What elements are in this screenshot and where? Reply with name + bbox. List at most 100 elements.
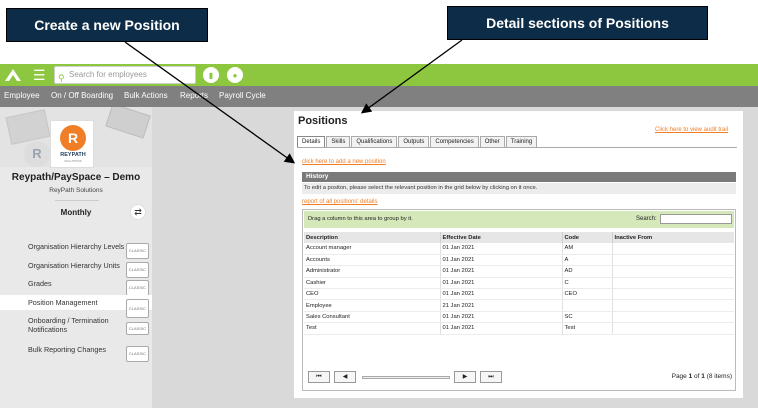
table-cell <box>612 265 734 278</box>
detail-tabs: Details Skills Qualifications Outputs Co… <box>297 136 538 147</box>
search-placeholder: Search for employees <box>69 70 147 79</box>
tab-details[interactable]: Details <box>297 136 326 147</box>
positions-table: Description Effective Date Code Inactive… <box>304 232 734 335</box>
next-page-button[interactable]: ▶ <box>454 371 476 383</box>
table-cell: Administrator <box>304 265 441 278</box>
table-cell: A <box>562 254 613 267</box>
classic-badge: CLASSIC <box>125 322 149 335</box>
table-cell: 01 Jan 2021 <box>440 288 563 301</box>
callout-detail-sections: Detail sections of Positions <box>447 6 708 40</box>
tab-divider <box>297 147 737 148</box>
app-logo-icon[interactable] <box>4 67 22 83</box>
page-word: Page <box>671 373 687 380</box>
sidebar-item-onboarding-notifications[interactable]: Onboarding / Termination Notifications C… <box>0 316 152 336</box>
table-cell <box>612 243 734 255</box>
page-title: Positions <box>298 115 348 127</box>
table-cell: Employee <box>304 299 441 312</box>
item-count: (8 items) <box>706 373 732 380</box>
page-slider[interactable] <box>362 376 450 379</box>
sidebar-item-label: Grades <box>28 279 52 288</box>
page-info: Page 1 of 1 (8 items) <box>672 373 732 380</box>
table-header-row: Description Effective Date Code Inactive… <box>304 232 734 243</box>
column-header-inactive-from[interactable]: Inactive From <box>612 232 734 243</box>
positions-panel: Positions Click here to view audit trail… <box>294 111 743 398</box>
table-row[interactable]: Sales Consultant 01 Jan 2021 SC <box>304 311 734 324</box>
table-cell: Accounts <box>304 254 441 267</box>
nav-payroll-cycle[interactable]: Payroll Cycle <box>219 91 266 100</box>
main-nav: Employee On / Off Boarding Bulk Actions … <box>0 86 758 107</box>
add-position-link[interactable]: click here to add a new position <box>302 159 386 165</box>
table-row[interactable]: Accounts 01 Jan 2021 A <box>304 254 734 267</box>
calendar-icon[interactable]: ▮ <box>203 67 219 83</box>
sidebar-item-label: Organisation Hierarchy Levels <box>28 242 125 251</box>
table-cell: 01 Jan 2021 <box>440 243 563 255</box>
history-bar[interactable]: History <box>302 172 736 182</box>
table-row[interactable]: Employee 21 Jan 2021 <box>304 299 734 312</box>
table-cell: SC <box>562 311 613 324</box>
switch-frequency-icon[interactable]: ⇄ <box>130 204 146 220</box>
tab-training[interactable]: Training <box>505 136 538 147</box>
first-page-button[interactable]: ⏮ <box>308 371 330 383</box>
table-row[interactable]: Cashier 01 Jan 2021 C <box>304 277 734 290</box>
table-cell: 01 Jan 2021 <box>440 265 563 278</box>
table-cell <box>612 254 734 267</box>
logo-name: REYPATH <box>60 152 86 158</box>
nav-employee[interactable]: Employee <box>4 91 40 100</box>
tab-competencies[interactable]: Competencies <box>430 136 479 147</box>
tab-outputs[interactable]: Outputs <box>398 136 430 147</box>
table-row[interactable]: CEO 01 Jan 2021 CEO <box>304 288 734 301</box>
column-header-description[interactable]: Description <box>304 232 441 243</box>
grid-pager: ⏮ ◀ ▶ ⏭ Page 1 of 1 (8 items) <box>304 368 734 388</box>
table-row[interactable]: Test 01 Jan 2021 Test <box>304 322 734 335</box>
sidebar-item-label: Bulk Reporting Changes <box>28 345 106 354</box>
sidebar-item-bulk-reporting[interactable]: Bulk Reporting Changes CLASSIC <box>0 344 152 362</box>
table-cell: CEO <box>304 288 441 301</box>
table-cell <box>612 299 734 312</box>
instruction-text: To edit a positon, please select the rel… <box>302 183 736 194</box>
classic-badge: CLASSIC <box>125 262 149 278</box>
table-cell: 01 Jan 2021 <box>440 322 563 335</box>
sidebar-item-hierarchy-levels[interactable]: Organisation Hierarchy Levels CLASSIC <box>0 241 152 259</box>
grid-search-label: Search: <box>636 216 657 222</box>
nav-onoff-boarding[interactable]: On / Off Boarding <box>51 91 113 100</box>
table-cell <box>612 322 734 335</box>
employee-search-input[interactable]: ⚲ Search for employees <box>54 66 196 84</box>
group-by-area[interactable]: Drag a column to this area to group by i… <box>304 211 734 228</box>
user-icon[interactable]: ● <box>227 67 243 83</box>
hamburger-menu-icon[interactable]: ☰ <box>33 66 46 84</box>
nav-bulk-actions[interactable]: Bulk Actions <box>124 91 168 100</box>
divider <box>55 200 99 201</box>
classic-badge: CLASSIC <box>125 280 149 296</box>
column-header-effective-date[interactable]: Effective Date <box>440 232 563 243</box>
column-header-code[interactable]: Code <box>562 232 613 243</box>
of-word: of <box>694 373 700 380</box>
table-cell <box>612 277 734 290</box>
callout-create-position: Create a new Position <box>6 8 208 42</box>
company-logo: R REYPATH SOLUTIONS <box>50 120 94 168</box>
tab-other[interactable]: Other <box>479 136 505 147</box>
tab-qualifications[interactable]: Qualifications <box>351 136 398 147</box>
table-cell <box>562 299 613 312</box>
sidebar-item-hierarchy-units[interactable]: Organisation Hierarchy Units CLASSIC <box>0 260 152 278</box>
table-cell <box>612 311 734 324</box>
nav-reports[interactable]: Reports <box>180 91 208 100</box>
table-cell: Account manager <box>304 243 441 255</box>
grid-search-input[interactable] <box>660 214 732 224</box>
sidebar-item-grades[interactable]: Grades CLASSIC <box>0 278 152 296</box>
table-row[interactable]: Administrator 01 Jan 2021 AD <box>304 265 734 278</box>
logo-sub: SOLUTIONS <box>64 159 82 163</box>
prev-page-button[interactable]: ◀ <box>334 371 356 383</box>
audit-trail-link[interactable]: Click here to view audit trail <box>655 127 728 133</box>
sidebar-item-position-management[interactable]: Position Management CLASSIC <box>0 295 152 318</box>
table-cell: AD <box>562 265 613 278</box>
table-row[interactable]: Account manager 01 Jan 2021 AM <box>304 243 734 255</box>
report-all-positions-link[interactable]: report of all positions' details <box>302 199 378 205</box>
last-page-button[interactable]: ⏭ <box>480 371 502 383</box>
table-cell: CEO <box>562 288 613 301</box>
table-cell: AM <box>562 243 613 255</box>
table-cell: C <box>562 277 613 290</box>
tab-skills[interactable]: Skills <box>326 136 351 147</box>
group-hint: Drag a column to this area to group by i… <box>308 216 413 222</box>
sidebar-item-label: Onboarding / Termination Notifications <box>28 316 109 334</box>
sidebar-item-label: Position Management <box>28 298 98 307</box>
